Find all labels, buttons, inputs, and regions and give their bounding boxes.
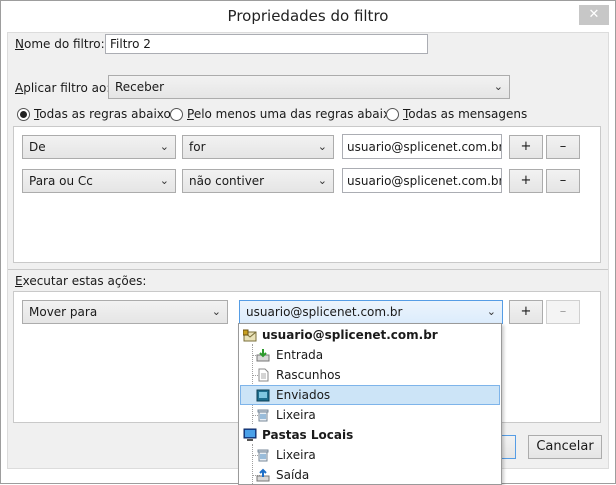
dropdown-item-label: Enviados	[276, 388, 331, 402]
title-bar: Propriedades do filtro ✕	[1, 1, 615, 33]
dropdown-item-label: Entrada	[276, 348, 324, 362]
splitter[interactable]	[8, 269, 608, 270]
rule-2-value-input[interactable]: usuario@splicenet.com.br	[342, 168, 502, 193]
rule-2-remove-button[interactable]: –	[546, 169, 580, 193]
chevron-down-icon: ⌄	[317, 174, 327, 187]
action-target-select[interactable]: usuario@splicenet.com.br ⌄	[239, 300, 503, 324]
actions-label: Executar estas ações:	[15, 274, 146, 288]
inbox-icon	[256, 349, 270, 362]
dropdown-item-label: Pastas Locais	[262, 428, 354, 442]
dropdown-item-enviados[interactable]: Enviados	[240, 385, 500, 405]
apply-to-label-accel: A	[15, 81, 24, 95]
radio-all-rules-text: odas as regras abaixo	[39, 107, 171, 121]
rule-1-operator-value: for	[189, 140, 206, 154]
radio-any-rule-accel: P	[187, 107, 194, 121]
cancel-button[interactable]: Cancelar	[528, 435, 602, 459]
dropdown-item-label: Rascunhos	[276, 368, 341, 382]
filter-name-label: Nome do filtro:	[15, 37, 105, 51]
radio-all-messages-label: Todas as mensagens	[403, 107, 527, 121]
dropdown-item-label: Saída	[276, 468, 310, 482]
dropdown-item-saida[interactable]: Saída	[240, 465, 500, 485]
action-target-value: usuario@splicenet.com.br	[246, 305, 403, 319]
filter-name-label-text: ome do filtro:	[23, 37, 105, 51]
close-button[interactable]: ✕	[579, 5, 609, 25]
chevron-down-icon: ⌄	[493, 80, 503, 93]
radio-all-messages-text: odas as mensagens	[408, 107, 528, 121]
chevron-down-icon: ⌄	[211, 305, 221, 318]
action-type-value: Mover para	[29, 305, 98, 319]
rule-2-add-button[interactable]: +	[509, 169, 543, 193]
rule-1-remove-button[interactable]: –	[546, 135, 580, 159]
dropdown-item-entrada[interactable]: Entrada	[240, 345, 500, 365]
filter-properties-window: Propriedades do filtro ✕ Nome do filtro:…	[0, 0, 616, 485]
dropdown-item-label: usuario@splicenet.com.br	[262, 328, 438, 342]
mail-account-icon	[243, 329, 257, 342]
filter-name-input[interactable]: Filtro 2	[105, 34, 428, 54]
radio-any-rule-text: elo menos uma das regras abaixo	[193, 107, 398, 121]
actions-label-text: xecutar estas ações:	[22, 274, 147, 288]
folder-dropdown-list: usuario@splicenet.com.br Entrada Rascunh…	[238, 323, 502, 485]
dropdown-item-label: Lixeira	[276, 448, 316, 462]
action-type-select[interactable]: Mover para ⌄	[22, 300, 228, 324]
local-folders-icon	[243, 428, 257, 441]
sent-icon	[256, 389, 270, 402]
rule-1-field-value: De	[29, 140, 46, 154]
rules-list: De ⌄ for ⌄ usuario@splicenet.com.br + – …	[13, 126, 601, 263]
radio-all-rules-label: Todas as regras abaixo	[34, 107, 171, 121]
rule-2-field-select[interactable]: Para ou Cc ⌄	[22, 169, 176, 193]
chevron-down-icon: ⌄	[159, 140, 169, 153]
actions-label-accel: E	[15, 274, 23, 288]
outbox-icon	[256, 468, 270, 482]
radio-any-rule[interactable]	[170, 108, 183, 121]
dropdown-item-label: Lixeira	[276, 408, 316, 422]
apply-to-select[interactable]: Receber ⌄	[108, 75, 510, 99]
radio-all-messages[interactable]	[386, 108, 399, 121]
trash-icon	[257, 449, 269, 462]
dropdown-item-local-folders[interactable]: Pastas Locais	[240, 425, 500, 445]
dropdown-item-lixeira[interactable]: Lixeira	[240, 405, 500, 425]
apply-to-value: Receber	[115, 80, 165, 94]
rule-1-operator-select[interactable]: for ⌄	[182, 135, 334, 159]
drafts-icon	[258, 368, 269, 382]
action-add-button[interactable]: +	[509, 300, 543, 324]
rule-2-operator-select[interactable]: não contiver ⌄	[182, 169, 334, 193]
window-title: Propriedades do filtro	[227, 7, 389, 25]
rule-1-value-input[interactable]: usuario@splicenet.com.br	[342, 134, 502, 159]
radio-any-rule-label: Pelo menos uma das regras abaixo	[187, 107, 397, 121]
dropdown-item-lixeira-local[interactable]: Lixeira	[240, 445, 500, 465]
chevron-down-icon: ⌄	[159, 174, 169, 187]
radio-all-rules[interactable]	[17, 108, 30, 121]
chevron-down-icon: ⌄	[486, 305, 496, 318]
rule-1-field-select[interactable]: De ⌄	[22, 135, 176, 159]
dropdown-item-rascunhos[interactable]: Rascunhos	[240, 365, 500, 385]
filter-name-label-accel: N	[15, 37, 24, 51]
dropdown-item-account[interactable]: usuario@splicenet.com.br	[240, 325, 500, 345]
rule-2-operator-value: não contiver	[189, 174, 265, 188]
rule-2-field-value: Para ou Cc	[29, 174, 93, 188]
rule-1-add-button[interactable]: +	[509, 135, 543, 159]
apply-to-label-text: plicar filtro ao:	[23, 81, 111, 95]
chevron-down-icon: ⌄	[317, 140, 327, 153]
action-remove-button[interactable]: –	[546, 300, 580, 324]
apply-to-label: Aplicar filtro ao:	[15, 81, 110, 95]
trash-icon	[257, 409, 269, 422]
